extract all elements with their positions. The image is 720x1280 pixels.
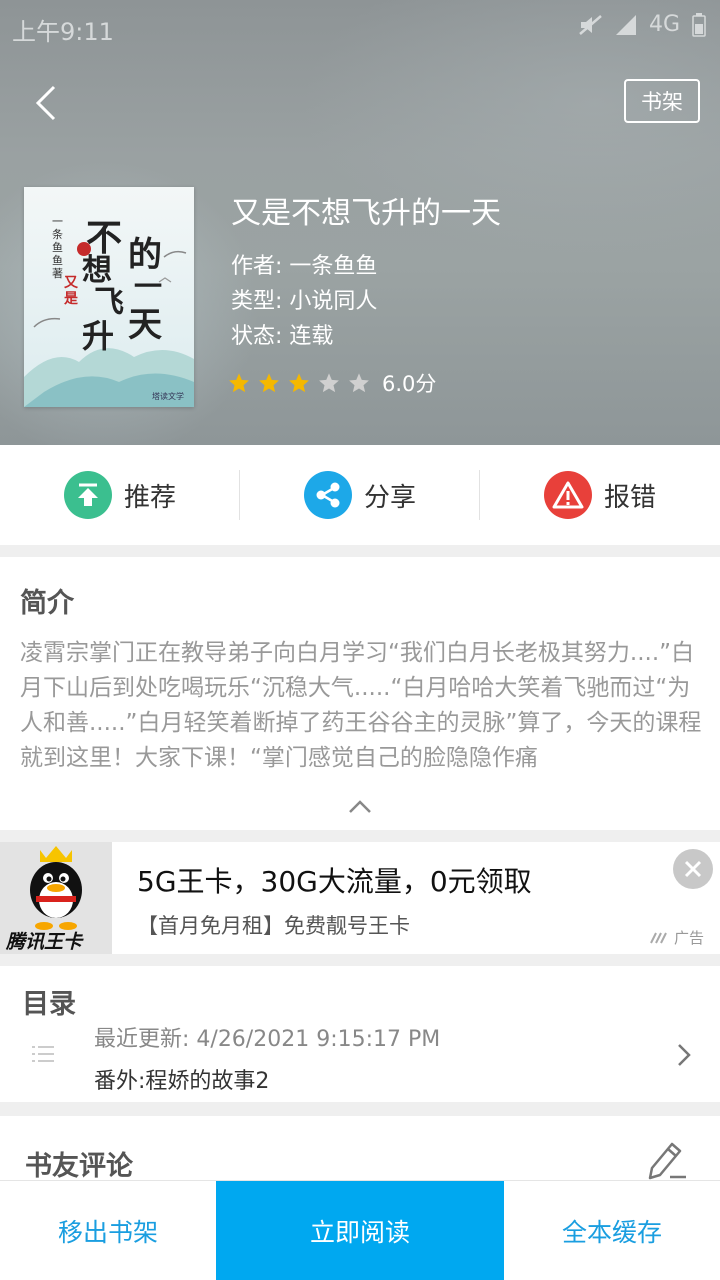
recommend-label: 推荐 xyxy=(123,482,176,513)
status-icons: 4G xyxy=(579,12,706,37)
cover-prefix: 又是 xyxy=(64,275,78,307)
ad-close-button[interactable] xyxy=(673,849,713,889)
cover-char-7: 天 xyxy=(128,305,162,345)
book-type: 类型: 小说同人 xyxy=(231,289,378,314)
collapse-icon[interactable] xyxy=(346,795,374,817)
list-icon xyxy=(32,1046,54,1062)
star-empty-icon xyxy=(349,373,369,393)
cover-publisher: 塔读文学 xyxy=(152,392,184,401)
ad-title[interactable]: 5G王卡，30G大流量，0元领取 xyxy=(137,860,532,900)
star-filled-icon xyxy=(289,373,309,393)
bookshelf-button[interactable]: 书架 xyxy=(624,79,700,123)
bottom-bar: 移出书架 立即阅读 全本缓存 xyxy=(0,1180,720,1280)
report-label: 报错 xyxy=(603,482,656,513)
book-status: 状态: 连载 xyxy=(231,324,334,349)
share-button[interactable]: 分享 xyxy=(240,445,480,545)
book-author: 作者: 一条鱼鱼 xyxy=(231,254,378,279)
cover-char-4: 升 xyxy=(82,317,115,355)
back-arrow-icon xyxy=(35,85,56,121)
catalog-title: 目录 xyxy=(22,989,76,1020)
back-button[interactable] xyxy=(22,76,70,130)
latest-chapter[interactable]: 番外:程娇的故事2 xyxy=(94,1063,269,1095)
comments-title: 书友评论 xyxy=(25,1151,133,1182)
ad-image: 腾讯王卡 xyxy=(0,842,112,954)
recommend-icon xyxy=(63,471,112,519)
write-comment-icon[interactable] xyxy=(644,1138,688,1180)
action-row: 推荐 分享 报错 xyxy=(0,445,720,545)
cover-author: 一条鱼鱼著 xyxy=(52,215,63,280)
star-filled-icon xyxy=(229,373,249,393)
intro-text: 凌霄宗掌门正在教导弟子向白月学习“我们白月长老极其努力....”白月下山后到处吃… xyxy=(20,640,702,771)
chevron-right-icon[interactable] xyxy=(676,1042,692,1068)
cache-all-button[interactable]: 全本缓存 xyxy=(504,1181,720,1280)
report-button[interactable]: 报错 xyxy=(480,445,720,545)
book-title: 又是不想飞升的一天 xyxy=(231,196,501,231)
book-cover[interactable]: 不 想 飞 升 的 一 天 又是 一条鱼鱼著 塔读文学 xyxy=(24,187,194,407)
ad-logo-icon xyxy=(650,932,667,943)
latest-update: 最近更新: 4/26/2021 9:15:17 PM xyxy=(94,1027,441,1052)
network-type: 4G xyxy=(648,12,680,37)
intro-title: 简介 xyxy=(20,588,74,619)
battery-icon xyxy=(692,12,706,37)
report-icon xyxy=(543,471,592,519)
ad-image-text: 腾讯王卡 xyxy=(6,931,83,953)
mute-icon xyxy=(579,14,602,35)
ad-subtitle[interactable]: 【首月免月租】免费靓号王卡 xyxy=(137,910,410,940)
star-filled-icon xyxy=(259,373,279,393)
ad-tag-label: 广告 xyxy=(674,929,705,947)
read-now-button[interactable]: 立即阅读 xyxy=(216,1181,504,1280)
close-icon xyxy=(684,860,702,878)
book-rating: 6.0分 xyxy=(228,368,436,398)
ad-tag: 广告 xyxy=(650,927,704,948)
recommend-button[interactable]: 推荐 xyxy=(0,445,240,545)
signal-icon xyxy=(615,14,636,35)
status-time: 上午9:11 xyxy=(12,18,114,46)
remove-from-shelf-button[interactable]: 移出书架 xyxy=(0,1181,216,1280)
share-label: 分享 xyxy=(363,482,416,513)
book-header: 上午9:11 4G 书架 不 想 飞 升 的 一 天 又是 一条鱼鱼著 塔读文学… xyxy=(0,0,720,445)
star-rating xyxy=(228,372,378,394)
book-score: 6.0分 xyxy=(382,372,437,396)
share-icon xyxy=(303,471,352,519)
status-bar: 上午9:11 4G xyxy=(0,0,720,54)
star-empty-icon xyxy=(319,373,339,393)
